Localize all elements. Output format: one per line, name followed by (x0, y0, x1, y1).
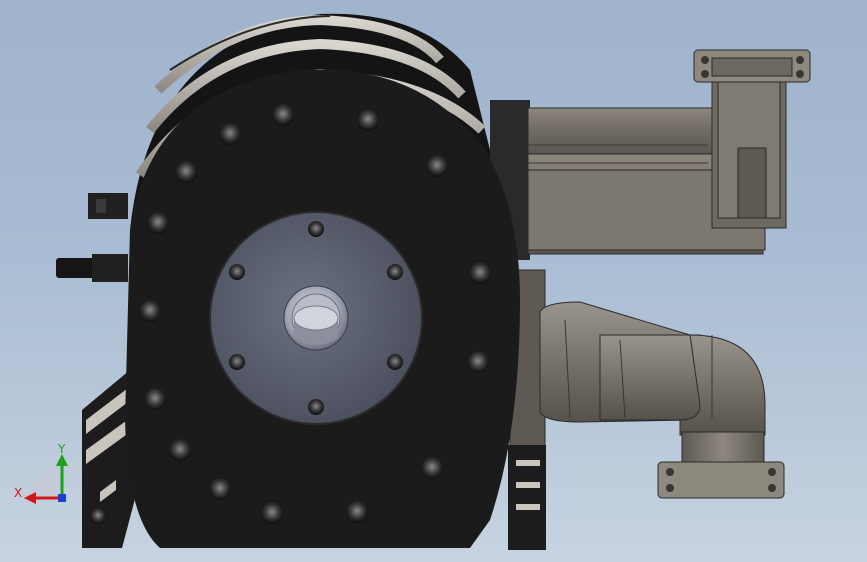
x-axis-label: X (14, 486, 22, 500)
round-exhaust-pipe (509, 269, 766, 476)
bottom-flange (657, 461, 785, 499)
drive-shaft (283, 285, 349, 351)
z-axis-marker-icon (58, 494, 66, 502)
side-pins (56, 193, 128, 282)
top-flange (693, 49, 811, 83)
y-axis-label: Y (57, 442, 66, 456)
right-support-leg (508, 445, 546, 550)
cad-viewport[interactable]: Y X (0, 0, 867, 562)
rectangular-duct (490, 77, 787, 260)
coordinate-triad: Y X (14, 442, 68, 504)
x-axis-arrow-icon (24, 492, 36, 504)
